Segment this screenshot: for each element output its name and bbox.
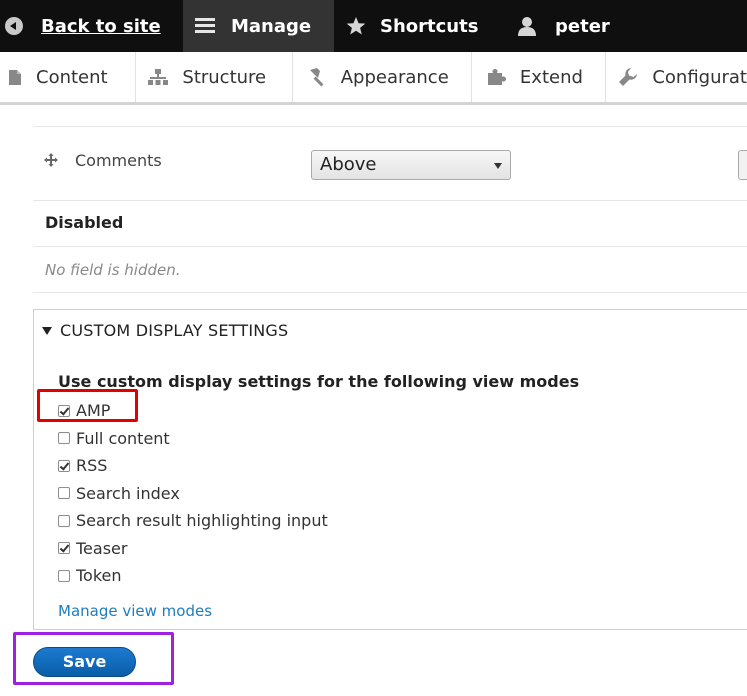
star-icon — [346, 17, 366, 35]
highlight-box-red — [37, 389, 138, 422]
view-mode-label: RSS — [76, 456, 108, 476]
view-mode-teaser[interactable]: Teaser — [58, 535, 328, 563]
view-mode-search-index[interactable]: Search index — [58, 480, 328, 508]
tray-label-extend: Extend — [519, 66, 583, 88]
view-mode-search-result[interactable]: Search result highlighting input — [58, 507, 328, 535]
admin-tray: Content Structure Appearance Extend Conf… — [0, 52, 747, 105]
label-position-select[interactable]: Above — [311, 150, 511, 180]
custom-display-settings-toggle[interactable]: CUSTOM DISPLAY SETTINGS — [42, 321, 288, 340]
chevron-down-icon — [494, 163, 502, 169]
checkbox-search-index[interactable] — [58, 487, 70, 500]
puzzle-icon — [487, 69, 506, 85]
shortcuts-tab[interactable]: Shortcuts — [334, 0, 501, 52]
custom-display-settings-panel: CUSTOM DISPLAY SETTINGS Use custom displ… — [33, 309, 747, 630]
triangle-down-icon — [42, 327, 52, 335]
tray-label-configuration: Configurat — [652, 66, 747, 88]
checkbox-teaser[interactable] — [58, 542, 70, 555]
checkbox-token[interactable] — [58, 569, 70, 582]
back-to-site-label: Back to site — [41, 15, 161, 37]
tray-label-content: Content — [36, 66, 108, 88]
back-to-site-link[interactable]: Back to site — [0, 0, 183, 52]
tray-item-configuration[interactable]: Configurat — [606, 52, 747, 102]
view-mode-label: Teaser — [76, 538, 128, 558]
checkbox-search-result[interactable] — [58, 514, 70, 527]
manage-tab[interactable]: Manage — [183, 0, 334, 52]
custom-display-settings-summary: CUSTOM DISPLAY SETTINGS — [60, 321, 289, 340]
field-label-comments: Comments — [75, 151, 162, 170]
hamburger-icon — [195, 18, 215, 34]
manage-label: Manage — [231, 15, 312, 37]
tray-item-content[interactable]: Content — [0, 52, 137, 102]
view-mode-label: Full content — [76, 428, 170, 448]
view-mode-token[interactable]: Token — [58, 562, 328, 590]
document-icon — [9, 69, 21, 85]
wrench-icon — [619, 68, 638, 86]
checkbox-full-content[interactable] — [58, 432, 70, 445]
shortcuts-label: Shortcuts — [380, 15, 479, 37]
view-mode-label: Token — [76, 566, 122, 586]
tray-label-structure: Structure — [182, 66, 267, 88]
divider — [33, 246, 747, 247]
sitemap-icon — [148, 69, 169, 85]
back-arrow-icon — [5, 17, 23, 35]
user-label: peter — [555, 15, 610, 37]
view-mode-rss[interactable]: RSS — [58, 452, 328, 480]
tray-item-appearance[interactable]: Appearance — [293, 52, 472, 102]
checkbox-rss[interactable] — [58, 459, 70, 472]
user-tab[interactable]: peter — [501, 0, 610, 52]
field-row-comments: Comments Above — [33, 126, 747, 201]
view-modes-list: AMP Full content RSS Search index Search… — [58, 397, 328, 590]
view-mode-full-content[interactable]: Full content — [58, 425, 328, 453]
admin-toolbar: Back to site Manage Shortcuts peter — [0, 0, 747, 52]
user-icon — [518, 17, 536, 36]
view-mode-label: Search index — [76, 483, 180, 503]
save-button[interactable]: Save — [33, 647, 136, 677]
drag-handle-icon[interactable] — [44, 153, 58, 167]
no-hidden-field-message: No field is hidden. — [45, 261, 181, 279]
brush-icon — [309, 68, 324, 87]
label-position-value: Above — [320, 154, 377, 175]
divider — [33, 292, 747, 293]
manage-view-modes-link[interactable]: Manage view modes — [58, 602, 212, 620]
format-select-edge[interactable] — [738, 150, 747, 180]
tray-item-extend[interactable]: Extend — [472, 52, 607, 102]
view-mode-label: Search result highlighting input — [76, 511, 328, 531]
tray-label-appearance: Appearance — [340, 66, 449, 88]
tray-item-structure[interactable]: Structure — [136, 52, 293, 102]
disabled-region-heading: Disabled — [45, 213, 124, 232]
